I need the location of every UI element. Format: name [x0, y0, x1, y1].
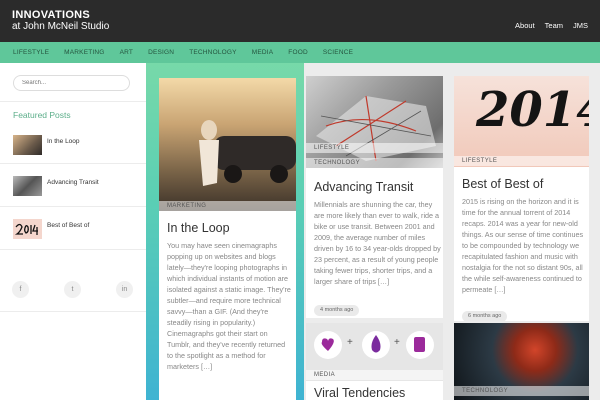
featured-label: In the Loop — [47, 138, 80, 145]
site-brand[interactable]: INNOVATIONS at John McNeil Studio — [12, 9, 110, 33]
post-title-best[interactable]: Best of Best of — [462, 177, 543, 191]
thumb-2014-script — [14, 223, 38, 235]
category-marketing[interactable]: Marketing — [64, 49, 104, 56]
category-media[interactable]: Media — [252, 49, 274, 56]
post-tag-media[interactable]: Media — [306, 370, 443, 380]
category-nav: Lifestyle Marketing Art Design Technolog… — [0, 42, 600, 63]
post-tag-lifestyle[interactable]: Lifestyle — [454, 156, 589, 166]
site-title: INNOVATIONS — [12, 9, 91, 21]
search-input[interactable] — [13, 75, 130, 91]
post-excerpt-transit: Millennials are shunning the car, they a… — [314, 200, 441, 286]
post-image-viral[interactable]: + + Media — [306, 323, 443, 381]
post-tag-technology[interactable]: Technology — [306, 158, 443, 168]
category-science[interactable]: Science — [323, 49, 353, 56]
post-title-loop[interactable]: In the Loop — [167, 221, 230, 235]
site-subtitle: at John McNeil Studio — [12, 21, 110, 32]
post-image-loop[interactable]: Marketing — [159, 78, 296, 211]
post-card-best[interactable]: 2014 Lifestyle Best of Best of 2015 is r… — [454, 76, 589, 321]
transit-map-graphic — [316, 95, 436, 162]
divider — [0, 206, 146, 207]
post-card-tech[interactable]: Technology — [454, 323, 589, 400]
divider — [0, 311, 146, 312]
post-tag-lifestyle[interactable]: Lifestyle — [306, 143, 443, 153]
post-tag-marketing[interactable]: Marketing — [159, 201, 296, 211]
post-title-viral[interactable]: Viral Tendencies — [314, 386, 405, 400]
post-card-loop[interactable]: Marketing In the Loop You may have seen … — [159, 78, 296, 400]
post-excerpt-loop: You may have seen cinemagraphs popping u… — [167, 241, 291, 371]
post-tag-technology[interactable]: Technology — [454, 386, 589, 396]
top-nav: About Team JMS — [515, 21, 588, 30]
plus-sign: + — [394, 337, 400, 348]
featured-thumb-transit — [13, 176, 42, 196]
divider — [0, 249, 146, 250]
category-technology[interactable]: Technology — [189, 49, 237, 56]
post-image-tech[interactable]: Technology — [454, 323, 589, 400]
post-card-transit[interactable]: Lifestyle Technology Advancing Transit M… — [306, 76, 443, 318]
featured-item-best[interactable]: Best of Best of — [13, 219, 138, 239]
post-date-best: 6 months ago — [462, 311, 508, 321]
nav-about[interactable]: About — [515, 21, 535, 30]
featured-label: Advancing Transit — [47, 179, 99, 186]
featured-thumb-best — [13, 219, 42, 239]
featured-posts-title: Featured Posts — [13, 110, 71, 120]
twitter-icon[interactable]: t — [64, 281, 81, 298]
site-header: INNOVATIONS at John McNeil Studio About … — [0, 0, 600, 42]
featured-item-loop[interactable]: In the Loop — [13, 135, 138, 155]
category-design[interactable]: Design — [148, 49, 174, 56]
post-image-transit[interactable]: Lifestyle Technology — [306, 76, 443, 168]
car-scene-graphic — [199, 120, 296, 186]
post-date-transit: 4 months ago — [314, 305, 360, 316]
facebook-icon[interactable]: f — [12, 281, 29, 298]
featured-item-transit[interactable]: Advancing Transit — [13, 176, 138, 196]
category-art[interactable]: Art — [120, 49, 133, 56]
post-image-best[interactable]: 2014 Lifestyle — [454, 76, 589, 167]
nav-jms[interactable]: JMS — [573, 21, 588, 30]
linkedin-icon[interactable]: in — [116, 281, 133, 298]
nav-team[interactable]: Team — [545, 21, 563, 30]
sidebar: Featured Posts In the Loop Advancing Tra… — [0, 63, 146, 400]
plus-sign: + — [347, 337, 353, 348]
post-card-viral[interactable]: + + Media Viral Tendencies — [306, 323, 443, 400]
featured-label: Best of Best of — [47, 222, 90, 229]
category-lifestyle[interactable]: Lifestyle — [13, 49, 49, 56]
divider — [0, 163, 146, 164]
divider — [0, 101, 146, 102]
image-2014-script: 2014 — [476, 82, 589, 138]
featured-thumb-loop — [13, 135, 42, 155]
post-excerpt-best: 2015 is rising on the horizon and it is … — [462, 197, 584, 294]
category-food[interactable]: Food — [288, 49, 308, 56]
post-title-transit[interactable]: Advancing Transit — [314, 180, 413, 194]
